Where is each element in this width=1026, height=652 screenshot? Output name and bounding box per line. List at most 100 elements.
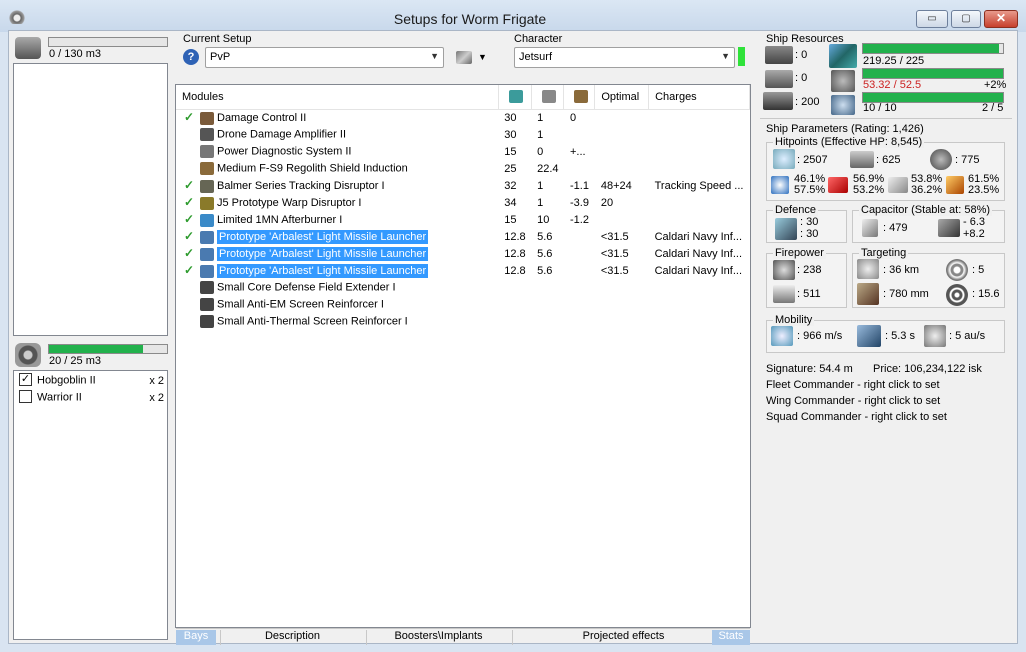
tab-projected-effects[interactable]: Projected effects — [512, 630, 734, 645]
armor-icon — [850, 151, 874, 168]
table-row[interactable]: Medium F-S9 Regolith Shield Induction 25 2… — [176, 160, 750, 177]
tab-bays[interactable]: Bays — [176, 630, 216, 645]
minimize-button[interactable]: ▭ — [916, 10, 948, 28]
module-cpu: 15 — [504, 213, 517, 226]
table-row[interactable]: ✓ Prototype 'Arbalest' Light Missile Laun… — [176, 245, 750, 262]
col-cpu[interactable] — [498, 85, 532, 110]
module-optimal — [595, 143, 649, 160]
thermal-resist-icon — [828, 177, 848, 193]
dropdown-arrow-icon: ▼ — [478, 52, 487, 62]
module-name: Damage Control II — [217, 112, 307, 125]
character-status-indicator — [738, 47, 745, 66]
module-capacitor: -3.9 — [569, 196, 589, 209]
module-powergrid — [531, 279, 564, 296]
kinetic-resists: 53.8% 36.2% — [911, 174, 942, 196]
table-row[interactable]: ✓ Prototype 'Arbalest' Light Missile Laun… — [176, 228, 750, 245]
table-row[interactable]: ✓ Damage Control II 30 1 0 — [176, 109, 750, 126]
capacitor-label: Capacitor (Stable at: 58%) — [859, 204, 993, 216]
list-item[interactable]: Warrior II x 2 — [19, 390, 164, 404]
wing-commander[interactable]: Wing Commander - right click to set — [766, 395, 940, 407]
table-row[interactable]: Small Anti-Thermal Screen Reinforcer I — [176, 313, 750, 330]
modules-panel: Modules Optimal Charges ✓ Damage Control … — [175, 84, 751, 628]
em-resists: 46.1% 57.5% — [794, 174, 825, 196]
ship-parameters-label: Ship Parameters (Rating: 1,426) — [766, 123, 924, 135]
fleet-commander[interactable]: Fleet Commander - right click to set — [766, 379, 940, 391]
drone-name: Warrior II — [37, 391, 82, 404]
rig-slots: 2 / 5 — [982, 102, 1004, 114]
calibration-icon — [831, 95, 855, 115]
tab-bar: Bays Description Boosters\Implants Proje… — [176, 628, 750, 645]
setup-select[interactable]: PvP ▼ — [205, 47, 444, 68]
character-label: Character — [514, 33, 563, 45]
module-cpu: 15 — [504, 145, 517, 158]
module-capacitor: 0 — [569, 111, 577, 124]
close-button[interactable]: ✕ — [984, 10, 1018, 28]
table-row[interactable]: ✓ J5 Prototype Warp Disruptor I 34 1 -3.9 20 — [176, 194, 750, 211]
module-powergrid — [531, 296, 564, 313]
cargo-capacity: 0 / 130 m3 — [49, 48, 101, 60]
capacitor-icon — [862, 219, 878, 237]
drone-bay-bar — [48, 344, 168, 354]
cpu-icon — [509, 90, 524, 104]
drone-checkbox[interactable] — [19, 390, 32, 403]
table-row[interactable]: Small Anti-EM Screen Reinforcer I — [176, 296, 750, 313]
module-cpu: 12.8 — [504, 230, 526, 243]
module-cpu — [498, 313, 531, 330]
module-optimal — [595, 296, 649, 313]
module-icon — [200, 213, 214, 227]
cap-delta-2: +8.2 — [963, 228, 985, 240]
powergrid-icon — [542, 90, 557, 104]
module-icon — [200, 247, 214, 261]
col-powergrid[interactable] — [531, 85, 565, 110]
tab-description[interactable]: Description — [220, 630, 364, 645]
module-capacitor — [564, 262, 595, 279]
character-select[interactable]: Jetsurf ▼ — [514, 47, 735, 68]
powergrid-icon — [831, 70, 855, 92]
list-item[interactable]: ✓ Hobgoblin II x 2 — [19, 373, 164, 387]
setup-value: PvP — [210, 51, 231, 63]
module-powergrid — [531, 313, 564, 330]
module-cpu: 25 — [504, 162, 517, 175]
cpu-value: 219.25 / 225 — [863, 55, 925, 67]
module-capacitor — [564, 296, 595, 313]
table-row[interactable]: ✓ Prototype 'Arbalest' Light Missile Laun… — [176, 262, 750, 279]
fitted-check-icon: ✓ — [184, 246, 195, 261]
module-charges — [649, 211, 750, 228]
cargo-list[interactable] — [13, 63, 168, 336]
col-optimal[interactable]: Optimal — [594, 85, 650, 110]
structure-hp: : 775 — [955, 154, 980, 166]
drone-qty: x 2 — [149, 392, 164, 404]
targeting-label: Targeting — [859, 247, 909, 259]
table-row[interactable]: Small Core Defense Field Extender I — [176, 279, 750, 296]
ship-menu-button[interactable]: ▼ — [456, 50, 492, 66]
module-charges — [649, 194, 750, 211]
recharge-icon — [938, 219, 960, 237]
module-name: Medium F-S9 Regolith Shield Induction — [217, 162, 408, 175]
table-row[interactable]: ✓ Limited 1MN Afterburner I 15 10 -1.2 — [176, 211, 750, 228]
table-row[interactable]: Drone Damage Amplifier II 30 1 — [176, 126, 750, 143]
defence-value-2: : 30 — [800, 228, 819, 240]
col-capacitor[interactable] — [563, 85, 596, 110]
module-powergrid: 10 — [537, 213, 550, 226]
tab-boosters-implants[interactable]: Boosters\Implants — [366, 630, 510, 645]
maximize-button[interactable]: ▢ — [951, 10, 981, 28]
drone-checkbox[interactable]: ✓ — [19, 373, 32, 386]
powergrid-bonus: +2% — [984, 79, 1007, 91]
module-charges: Caldari Navy Inf... — [654, 247, 743, 260]
help-icon[interactable]: ? — [183, 49, 199, 65]
em-resist-icon — [771, 176, 789, 194]
align-time-icon — [857, 325, 881, 347]
firepower-label: Firepower — [773, 247, 826, 259]
module-icon — [200, 281, 214, 294]
module-charges — [649, 279, 750, 296]
module-charges — [649, 109, 750, 126]
col-modules[interactable]: Modules — [176, 85, 499, 110]
table-row[interactable]: ✓ Balmer Series Tracking Disruptor I 32 1 -1… — [176, 177, 750, 194]
squad-commander[interactable]: Squad Commander - right click to set — [766, 411, 947, 423]
target-range: : 36 km — [883, 264, 920, 276]
shield-icon — [773, 149, 795, 169]
tab-stats[interactable]: Stats — [712, 630, 750, 645]
module-optimal — [595, 160, 649, 177]
table-row[interactable]: Power Diagnostic System II 15 0 +... — [176, 143, 750, 160]
col-charges[interactable]: Charges — [648, 85, 750, 110]
